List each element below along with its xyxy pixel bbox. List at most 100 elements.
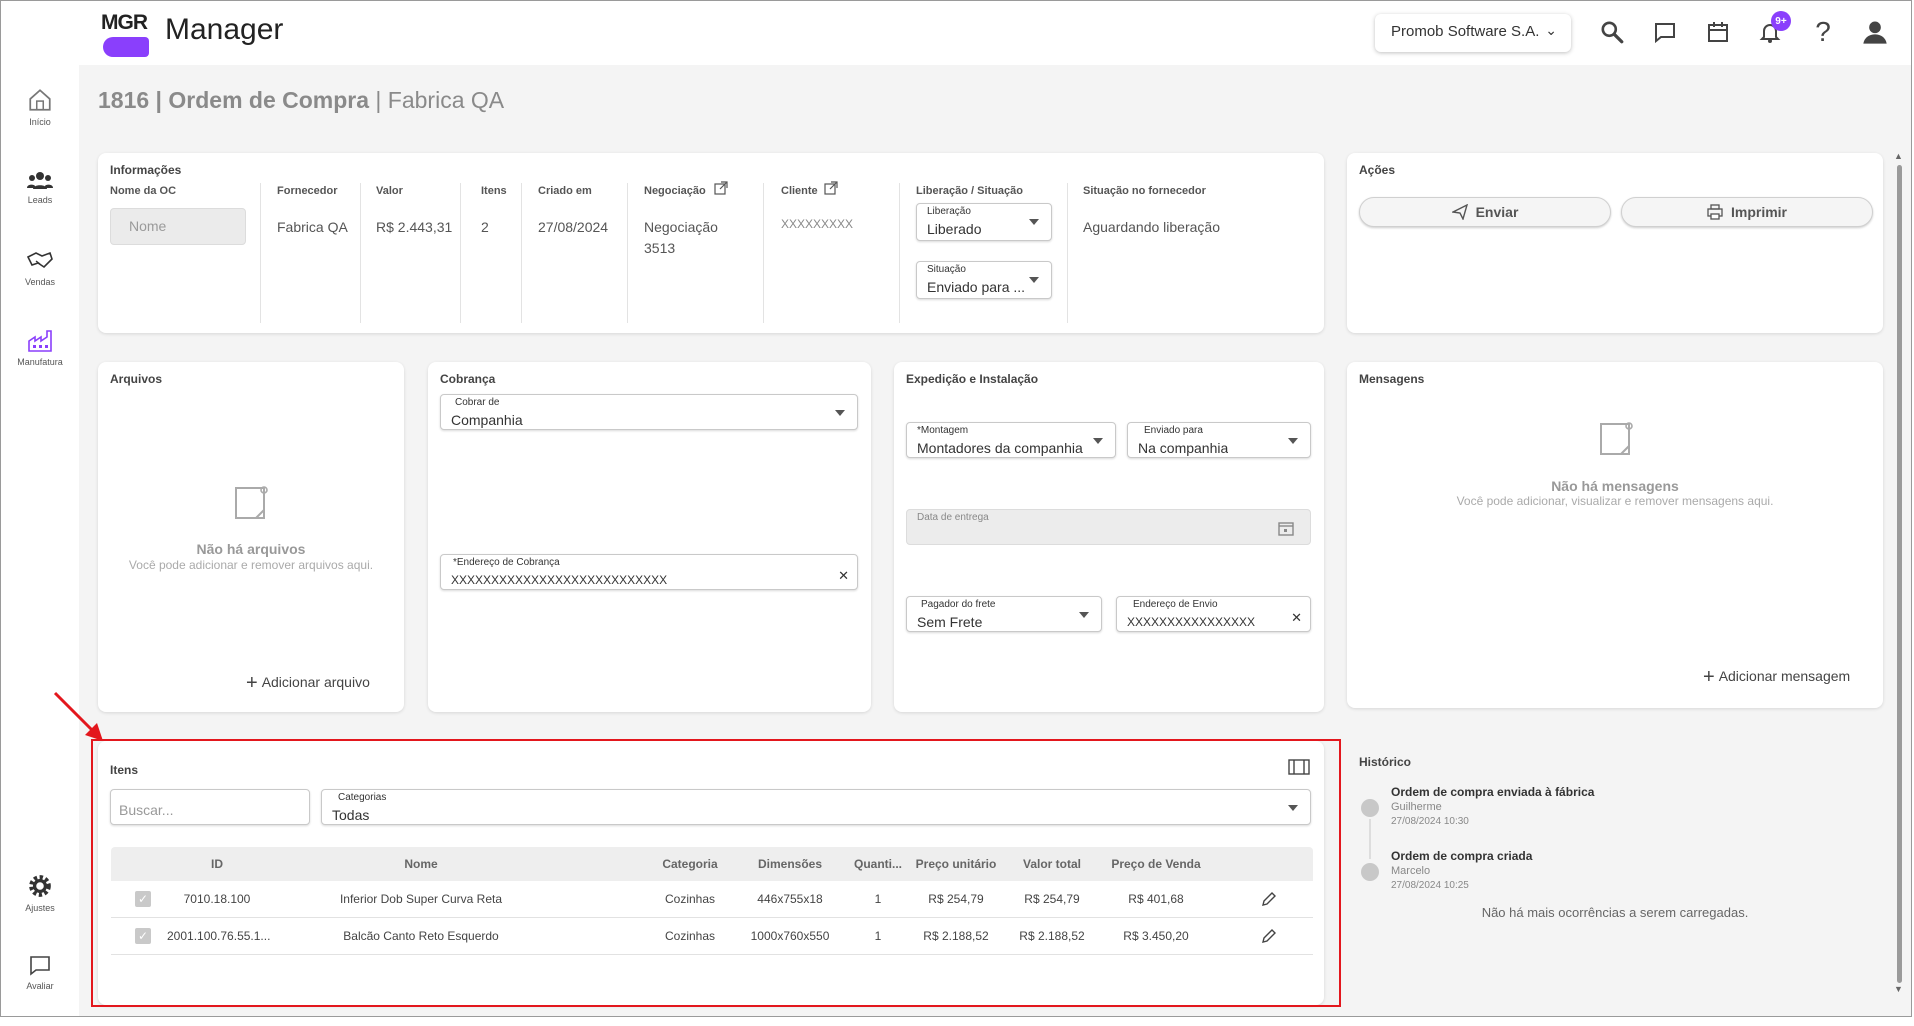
messages-title: Mensagens (1359, 372, 1425, 386)
column-header-name[interactable]: Nome (351, 857, 491, 871)
company-select[interactable]: Promob Software S.A. ⌄ (1375, 14, 1571, 52)
chat-icon (30, 956, 50, 976)
history-panel: Histórico Ordem de compra enviada à fábr… (1347, 741, 1883, 1005)
calendar-icon[interactable] (1701, 15, 1735, 49)
name-label: Nome da OC (110, 185, 177, 197)
column-header-dimensions[interactable]: Dimensões (745, 857, 835, 871)
home-icon (29, 89, 51, 111)
pencil-icon[interactable] (1261, 891, 1277, 907)
sidebar-item-label: Avaliar (26, 981, 54, 991)
cell-id: 2001.100.76.55.1... (167, 929, 271, 943)
annotation-arrow-icon (53, 691, 103, 741)
page-title: 1816 | Ordem de Compra | Fabrica QA (98, 87, 504, 114)
negotiation-value-line1[interactable]: Negociação (644, 219, 718, 235)
dropdown-arrow-icon (1288, 805, 1298, 811)
row-checkbox[interactable]: ✓ (135, 928, 151, 944)
created-date: 27/08/2024 (538, 219, 609, 235)
billing-address-input[interactable]: *Endereço de Cobrança XXXXXXXXXXXXXXXXXX… (440, 554, 858, 590)
cell-quantity: 1 (874, 892, 882, 906)
sidebar-item-inicio[interactable]: Início (1, 87, 79, 127)
column-header-sale-price[interactable]: Preço de Venda (1101, 857, 1211, 871)
external-link-icon[interactable] (824, 181, 838, 195)
print-button[interactable]: Imprimir (1621, 197, 1873, 227)
sidebar-item-label: Início (29, 117, 51, 127)
sent-to-select[interactable]: Enviado para Na companhia (1127, 422, 1311, 458)
items-title: Itens (110, 763, 139, 777)
files-title: Arquivos (110, 372, 163, 386)
negotiation-label: Negociação (644, 185, 706, 197)
divider (627, 183, 628, 323)
billing-title: Cobrança (440, 372, 496, 386)
table-row[interactable]: ✓ 2001.100.76.55.1... Balcão Canto Reto … (111, 918, 1313, 955)
delivery-date-input[interactable]: Data de entrega (906, 509, 1311, 545)
pencil-icon[interactable] (1261, 928, 1277, 944)
user-icon[interactable] (1858, 15, 1892, 49)
column-header-category[interactable]: Categoria (647, 857, 733, 871)
items-search-input[interactable]: Buscar... (110, 789, 310, 825)
ship-address-label: Endereço de Envio (1133, 599, 1218, 610)
add-file-button[interactable]: + Adicionar arquivo (246, 672, 370, 695)
chat-icon[interactable] (1648, 15, 1682, 49)
clear-icon[interactable]: ✕ (1291, 610, 1302, 626)
column-header-quantity[interactable]: Quanti... (853, 857, 903, 871)
cell-id: 7010.18.100 (183, 892, 251, 906)
cell-dimensions: 446x755x18 (757, 892, 823, 906)
messages-card: Mensagens Não há mensagens Você pode adi… (1347, 362, 1883, 708)
sidebar-item-label: Vendas (24, 277, 56, 287)
columns-icon[interactable] (1288, 759, 1310, 775)
actions-title: Ações (1359, 163, 1396, 177)
divider (460, 183, 461, 323)
sidebar-item-label: Leads (27, 195, 53, 205)
sidebar-item-vendas[interactable]: Vendas (1, 249, 79, 287)
column-header-id[interactable]: ID (187, 857, 247, 871)
cell-total: R$ 2.188,52 (1019, 929, 1085, 943)
sidebar-item-ajustes[interactable]: Ajustes (1, 873, 79, 913)
charge-field-value: Companhia (451, 412, 523, 428)
name-input[interactable]: Nome (110, 208, 246, 245)
clear-icon[interactable]: ✕ (838, 568, 849, 584)
add-message-button[interactable]: + Adicionar mensagem (1703, 666, 1850, 689)
history-title: Histórico (1359, 755, 1412, 769)
column-header-total[interactable]: Valor total (1007, 857, 1097, 871)
scroll-down-arrow-icon[interactable]: ▼ (1894, 984, 1903, 994)
messages-empty-sub: Você pode adicionar, visualizar e remove… (1456, 494, 1774, 508)
cell-name: Balcão Canto Reto Esquerdo (343, 929, 499, 943)
files-empty-sub: Você pode adicionar e remover arquivos a… (128, 558, 374, 572)
search-icon[interactable] (1595, 15, 1629, 49)
help-icon[interactable]: ? (1806, 15, 1840, 49)
external-link-icon[interactable] (714, 181, 728, 195)
sidebar-item-avaliar[interactable]: Avaliar (1, 953, 79, 991)
scrollbar-thumb[interactable] (1897, 165, 1902, 983)
category-select[interactable]: Categorias Todas (321, 789, 1311, 825)
empty-files-icon (235, 486, 268, 519)
charge-select[interactable]: Cobrar de Companhia (440, 394, 858, 430)
negotiation-value-line2[interactable]: 3513 (644, 240, 675, 256)
order-number-title: 1816 | Ordem de Compra (98, 87, 370, 113)
billing-card: Cobrança Cobrar de Companhia *Endereço d… (428, 362, 871, 712)
name-placeholder: Nome (129, 218, 167, 234)
sidebar-item-leads[interactable]: Leads (1, 169, 79, 205)
divider (899, 183, 900, 323)
release-select[interactable]: Liberação Liberado (916, 203, 1052, 241)
table-row[interactable]: ✓ 7010.18.100 Inferior Dob Super Curva R… (111, 881, 1313, 918)
status-select[interactable]: Situação Enviado para ... (916, 261, 1052, 299)
ship-address-input[interactable]: Endereço de Envio XXXXXXXXXXXXXXXX ✕ (1116, 596, 1311, 632)
bell-icon[interactable]: 9+ (1753, 11, 1791, 49)
divider (763, 183, 764, 323)
send-button[interactable]: Enviar (1359, 197, 1611, 227)
billing-address-value: XXXXXXXXXXXXXXXXXXXXXXXXXXX (451, 573, 668, 587)
cell-unit-price: R$ 254,79 (928, 892, 984, 906)
app-logo[interactable]: MGR (101, 9, 151, 57)
history-line (1369, 819, 1371, 859)
cell-unit-price: R$ 2.188,52 (923, 929, 989, 943)
column-header-unit-price[interactable]: Preço unitário (911, 857, 1001, 871)
freight-payer-label: Pagador do frete (921, 599, 996, 610)
freight-payer-select[interactable]: Pagador do frete Sem Frete (906, 596, 1102, 632)
shipping-title: Expedição e Instalação (906, 372, 1039, 386)
row-checkbox[interactable]: ✓ (135, 891, 151, 907)
status-field-label: Situação (927, 264, 966, 275)
assembly-select[interactable]: *Montagem Montadores da companhia (906, 422, 1116, 458)
calendar-icon[interactable] (1278, 520, 1294, 536)
sidebar-item-manufatura[interactable]: Manufatura (1, 329, 79, 367)
scroll-up-arrow-icon[interactable]: ▲ (1894, 151, 1903, 161)
